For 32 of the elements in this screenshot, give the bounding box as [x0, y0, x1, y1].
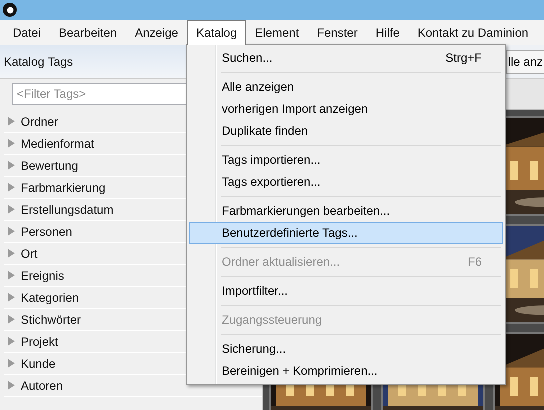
tree-item[interactable]: Erstellungsdatum	[21, 202, 114, 216]
menu-entry[interactable]: Farbmarkierungen bearbeiten...	[189, 200, 503, 222]
tree-item[interactable]: Medienformat	[21, 136, 94, 150]
menu-item[interactable]: Anzeige	[126, 20, 188, 45]
menu-entry[interactable]: Tags importieren...	[189, 149, 503, 171]
menu-entry[interactable]: Sicherung...	[189, 338, 503, 360]
menu-item[interactable]: Bearbeiten	[50, 20, 126, 45]
tree-item[interactable]: Farbmarkierung	[21, 180, 106, 194]
panel-title: Katalog Tags	[4, 54, 74, 68]
menu-entry[interactable]: Importfilter...	[189, 280, 503, 302]
menu-entry[interactable]: Bereinigen + Komprimieren...	[189, 360, 503, 382]
tree-item[interactable]: Ereignis	[21, 268, 64, 282]
menu-item[interactable]: Hilfe	[366, 20, 409, 45]
tree-item[interactable]: Ordner	[21, 114, 58, 128]
tree-item[interactable]: Autoren	[21, 378, 64, 392]
menu-item[interactable]: Element	[246, 20, 308, 45]
menu-item[interactable]: Datei	[4, 20, 50, 45]
tree-item[interactable]: Projekt	[21, 334, 58, 348]
tree-item[interactable]: Kategorien	[21, 290, 80, 304]
toolbar-button[interactable]: lle anz	[506, 50, 544, 74]
tree-item[interactable]: Kunde	[21, 356, 56, 370]
menu-entry[interactable]: Duplikate finden	[189, 120, 503, 142]
menu-entry[interactable]: Suchen... Strg+F	[189, 47, 503, 69]
tree-item[interactable]: Bewertung	[21, 158, 78, 172]
tree-item[interactable]: Personen	[21, 224, 72, 238]
menu-entry[interactable]: Tags exportieren...	[189, 171, 503, 193]
tree-item[interactable]: Stichwörter	[21, 312, 82, 326]
menu-entry[interactable]: Benutzerdefinierte Tags...	[189, 222, 503, 244]
tree-item[interactable]: Ort	[21, 246, 38, 260]
menu-item[interactable]: Katalog	[187, 20, 246, 45]
menu-item[interactable]: Kontakt zu Daminion	[408, 20, 538, 45]
menu-item[interactable]: Fenster	[308, 20, 367, 45]
